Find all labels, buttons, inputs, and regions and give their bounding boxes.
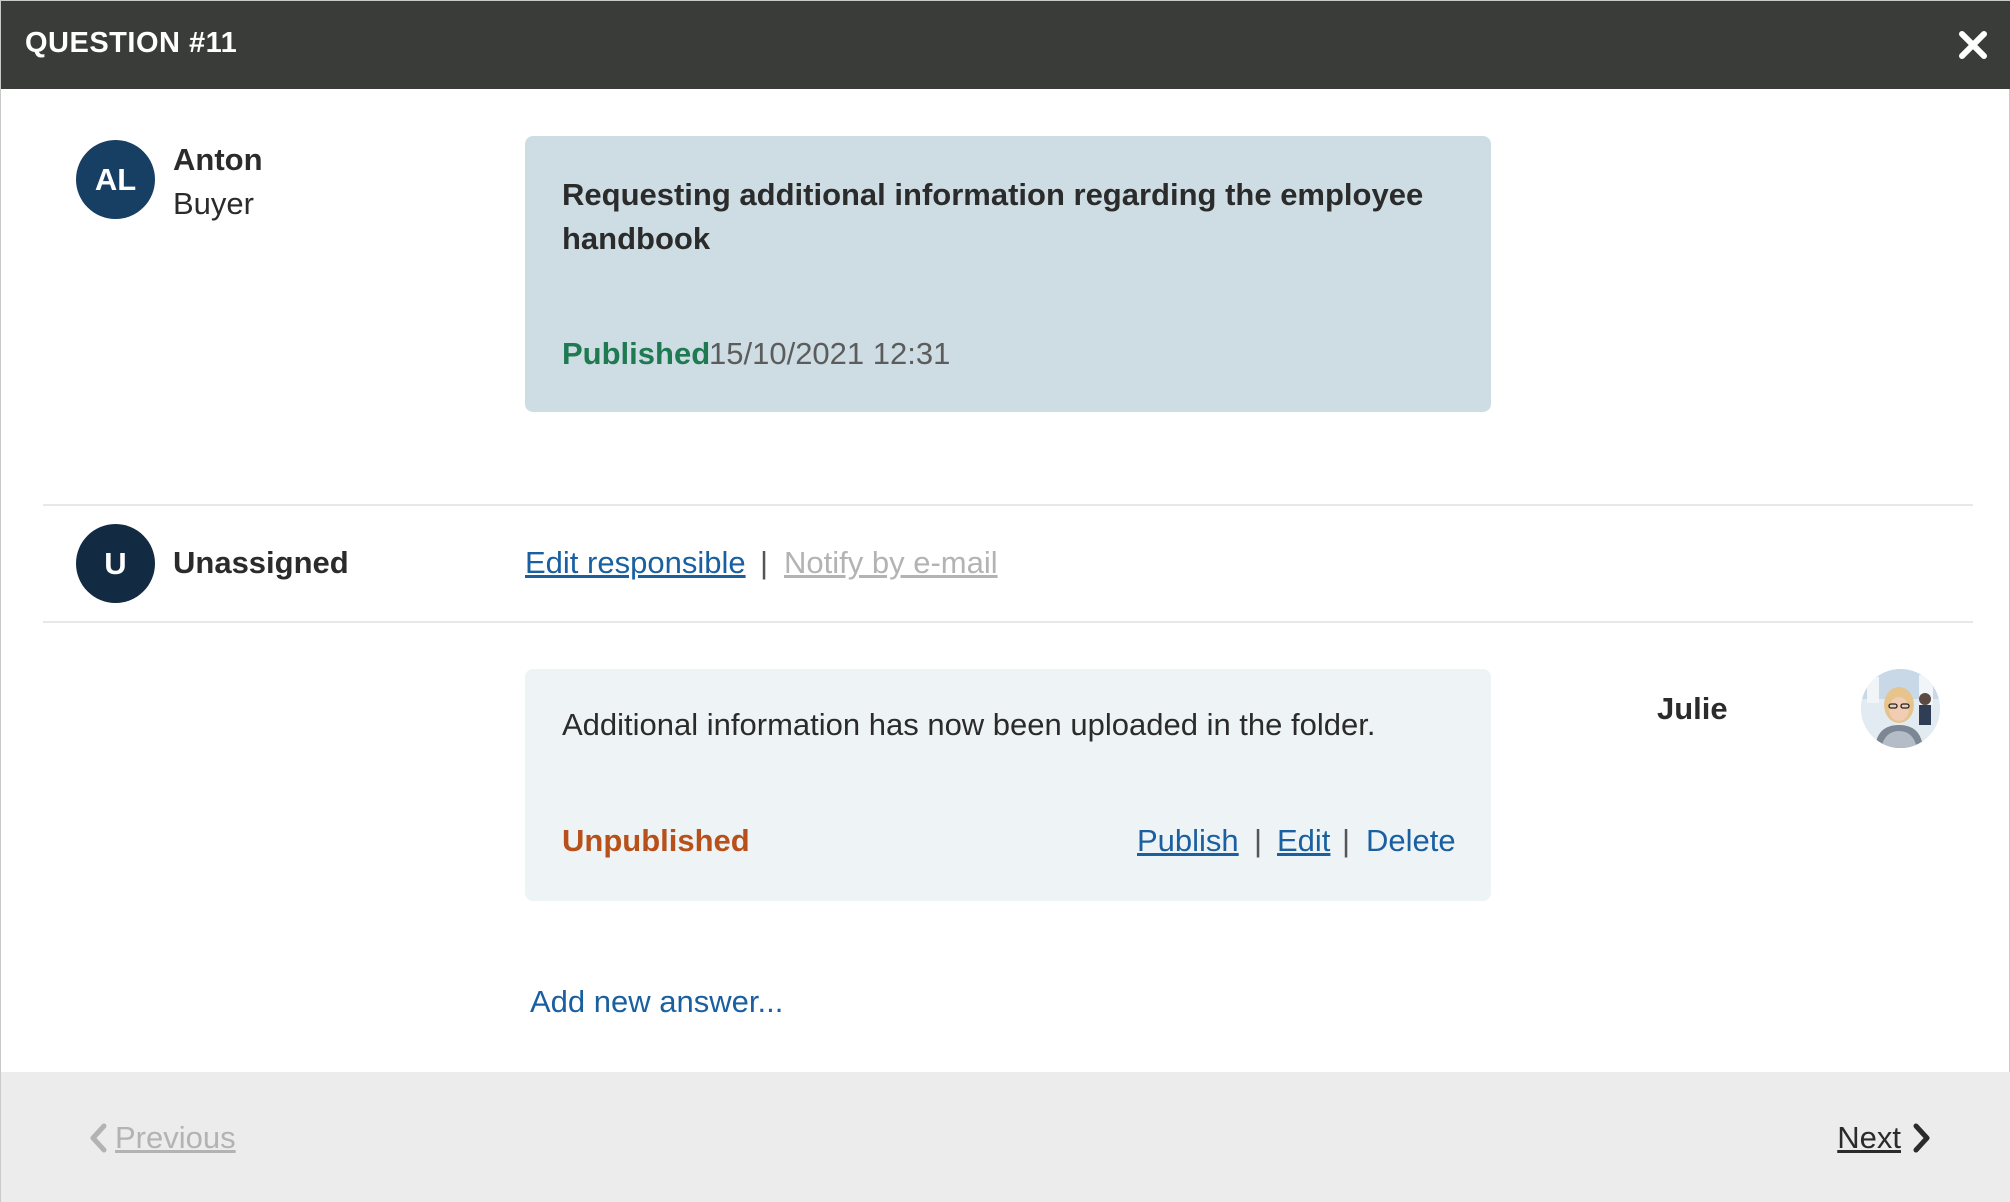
responsible-name: Unassigned	[173, 545, 349, 580]
divider	[43, 621, 1973, 623]
previous-label: Previous	[115, 1120, 236, 1155]
published-date: 15/10/2021 12:31	[709, 336, 951, 371]
next-button[interactable]: Next	[1837, 1120, 1933, 1156]
close-button[interactable]	[1953, 25, 1993, 65]
question-modal: QUESTION #11 AL Anton Buyer Requesting a…	[0, 0, 2010, 1202]
published-status-label: Published	[562, 336, 711, 371]
question-card: Requesting additional information regard…	[525, 136, 1491, 412]
chevron-left-icon	[90, 1123, 107, 1153]
modal-header: QUESTION #11	[1, 1, 2010, 89]
answer-author-avatar	[1861, 669, 1940, 748]
publish-link[interactable]: Publish	[1137, 823, 1239, 859]
delete-answer-link[interactable]: Delete	[1366, 823, 1456, 859]
divider	[43, 504, 1973, 506]
responsible-avatar: U	[76, 524, 155, 603]
modal-footer: Previous Next	[1, 1072, 2010, 1202]
asker-avatar: AL	[76, 140, 155, 219]
user-photo-icon	[1861, 669, 1940, 748]
answer-author-name: Julie	[1657, 691, 1728, 726]
next-label: Next	[1837, 1120, 1901, 1155]
separator: |	[1254, 823, 1263, 858]
separator: |	[760, 545, 769, 580]
unpublished-status-label: Unpublished	[562, 823, 750, 858]
asker-role: Buyer	[173, 186, 254, 221]
edit-answer-link[interactable]: Edit	[1277, 823, 1330, 859]
answer-card: Additional information has now been uplo…	[525, 669, 1491, 901]
question-text: Requesting additional information regard…	[562, 177, 1424, 256]
modal-title: QUESTION #11	[25, 27, 238, 59]
notify-by-email-link[interactable]: Notify by e-mail	[784, 545, 998, 581]
edit-responsible-link[interactable]: Edit responsible	[525, 545, 746, 581]
previous-button[interactable]: Previous	[87, 1120, 236, 1156]
answer-text: Additional information has now been uplo…	[562, 707, 1376, 742]
asker-name: Anton	[173, 142, 263, 177]
close-icon	[1959, 31, 1987, 59]
add-new-answer-link[interactable]: Add new answer...	[530, 984, 783, 1020]
separator: |	[1342, 823, 1351, 858]
chevron-right-icon	[1913, 1123, 1930, 1153]
